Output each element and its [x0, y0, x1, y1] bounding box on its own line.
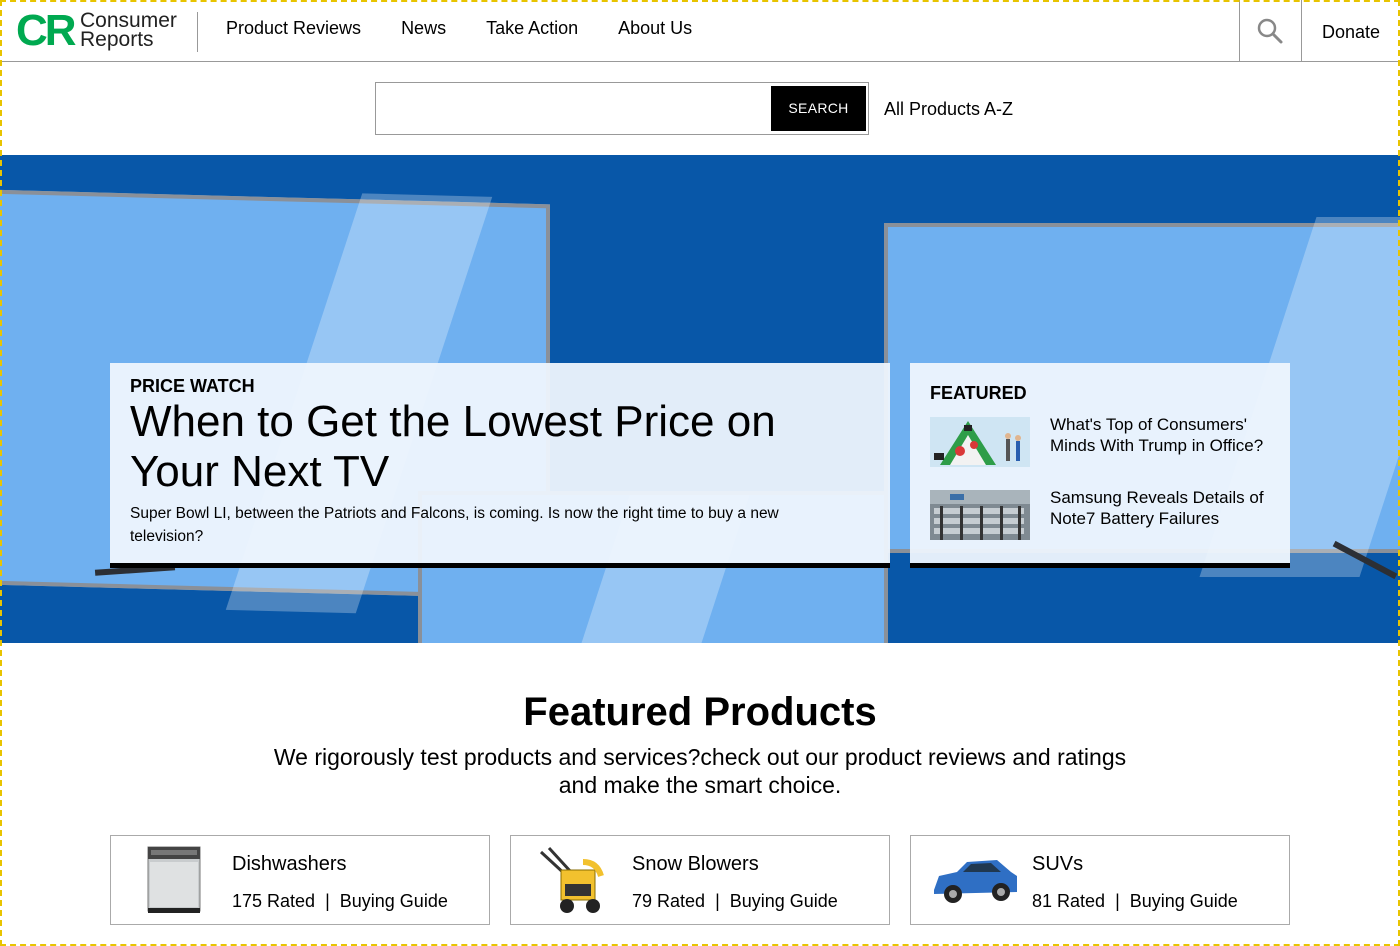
- donate-button[interactable]: Donate: [1301, 0, 1400, 62]
- featured-item[interactable]: Samsung Reveals Details of Note7 Battery…: [930, 487, 1275, 542]
- main-nav: Product Reviews News Take Action About U…: [226, 18, 692, 39]
- nav-about-us[interactable]: About Us: [618, 18, 692, 39]
- search-icon: [1257, 18, 1283, 44]
- hero-banner[interactable]: PRICE WATCH When to Get the Lowest Price…: [0, 155, 1400, 643]
- featured-item[interactable]: What's Top of Consumers' Minds With Trum…: [930, 414, 1275, 469]
- search-form: SEARCH: [375, 82, 869, 135]
- product-card-snow-blowers[interactable]: Snow Blowers 79 Rated | Buying Guide: [510, 835, 890, 925]
- buying-guide-link[interactable]: Buying Guide: [340, 891, 448, 911]
- buying-guide-link[interactable]: Buying Guide: [1130, 891, 1238, 911]
- search-input[interactable]: [382, 89, 768, 129]
- battery-factory-thumbnail: [930, 490, 1030, 540]
- all-products-link[interactable]: All Products A-Z: [884, 99, 1013, 120]
- product-meta: 81 Rated | Buying Guide: [1032, 891, 1238, 912]
- site-header: CR Consumer Reports Product Reviews News…: [0, 0, 1400, 62]
- rated-count-link[interactable]: 175 Rated: [232, 891, 315, 911]
- featured-products-title: Featured Products: [523, 690, 877, 734]
- nav-take-action[interactable]: Take Action: [486, 18, 578, 39]
- product-name[interactable]: Dishwashers: [232, 853, 346, 876]
- meta-separator: |: [1115, 891, 1120, 911]
- product-name[interactable]: Snow Blowers: [632, 853, 759, 876]
- product-card-dishwashers[interactable]: Dishwashers 175 Rated | Buying Guide: [110, 835, 490, 925]
- hero-description: Super Bowl LI, between the Patriots and …: [130, 505, 779, 545]
- consumer-reports-logo[interactable]: CR Consumer Reports: [16, 6, 186, 55]
- featured-item-title[interactable]: Samsung Reveals Details of Note7 Battery…: [1050, 487, 1275, 529]
- search-button[interactable]: SEARCH: [771, 86, 866, 131]
- buying-guide-link[interactable]: Buying Guide: [730, 891, 838, 911]
- nav-product-reviews[interactable]: Product Reviews: [226, 18, 361, 39]
- logo-wordmark: Consumer Reports: [80, 10, 177, 51]
- product-meta: 79 Rated | Buying Guide: [632, 891, 838, 912]
- suv-icon: [931, 844, 1021, 916]
- rated-count-link[interactable]: 81 Rated: [1032, 891, 1105, 911]
- product-name[interactable]: SUVs: [1032, 853, 1083, 876]
- featured-products-subtitle: We rigorously test products and services…: [273, 744, 1127, 798]
- snow-blower-icon: [531, 844, 621, 916]
- featured-item-title[interactable]: What's Top of Consumers' Minds With Trum…: [1050, 414, 1275, 466]
- header-search-button[interactable]: [1239, 0, 1301, 62]
- logo-mark: CR: [16, 6, 77, 55]
- hero-title[interactable]: When to Get the Lowest Price on Your Nex…: [130, 397, 850, 497]
- meta-separator: |: [325, 891, 330, 911]
- nav-news[interactable]: News: [401, 18, 446, 39]
- featured-panel: FEATURED What's Top of Consumers' Minds …: [910, 363, 1290, 568]
- hero-article-card[interactable]: PRICE WATCH When to Get the Lowest Price…: [110, 363, 890, 568]
- product-meta: 175 Rated | Buying Guide: [232, 891, 448, 912]
- consumer-survey-thumbnail: [930, 417, 1030, 467]
- featured-heading: FEATURED: [930, 383, 1027, 403]
- hero-kicker: PRICE WATCH: [130, 376, 255, 396]
- logo-line-2: Reports: [80, 28, 154, 51]
- product-card-suvs[interactable]: SUVs 81 Rated | Buying Guide: [910, 835, 1290, 925]
- logo-divider: [197, 12, 198, 52]
- dishwasher-icon: [131, 844, 221, 916]
- rated-count-link[interactable]: 79 Rated: [632, 891, 705, 911]
- meta-separator: |: [715, 891, 720, 911]
